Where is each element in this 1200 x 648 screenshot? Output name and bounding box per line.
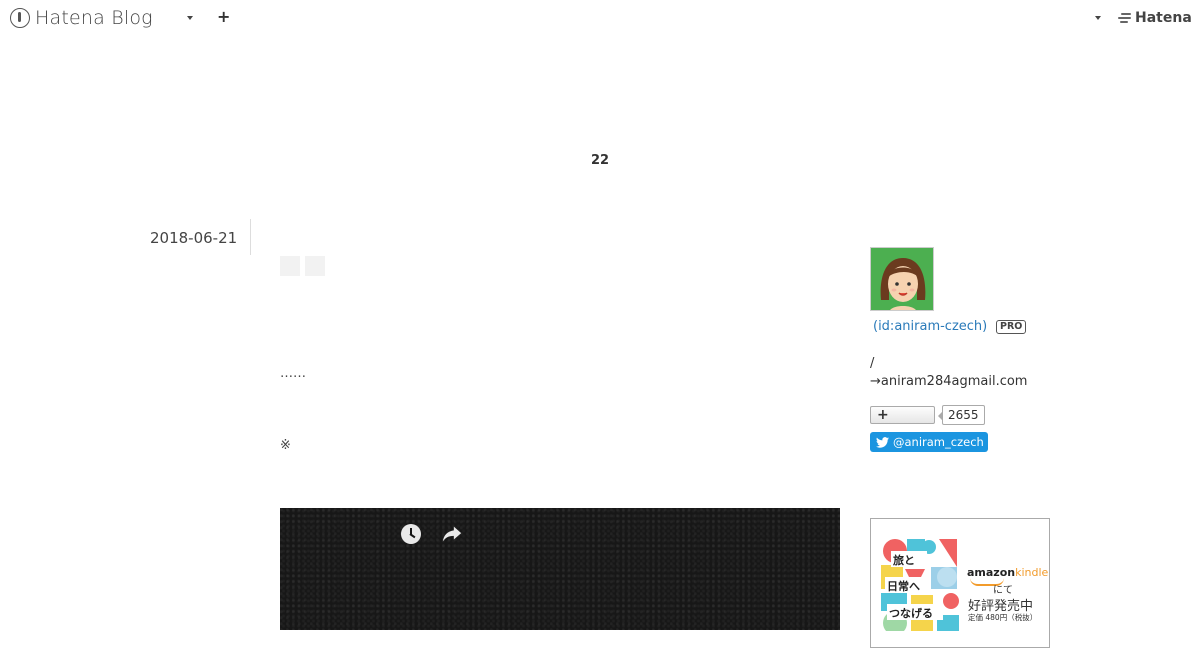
clock-icon[interactable] (401, 524, 421, 544)
follower-count[interactable]: 2655 (938, 405, 985, 425)
blog-title[interactable]: 22 (0, 153, 1200, 168)
cover-line: つなげる (889, 606, 933, 620)
hatena-blog-logo-icon (10, 8, 30, 28)
caret-down-icon[interactable] (1095, 16, 1101, 20)
cover-line: 旅と (893, 553, 915, 567)
plus-icon: + (877, 407, 889, 423)
share-icon[interactable] (441, 523, 463, 545)
avatar[interactable] (870, 247, 934, 311)
video-frame (280, 508, 840, 630)
hatena-blog-brand-link[interactable]: Hatena Blog (10, 6, 153, 30)
entry-date[interactable]: 2018-06-21 (150, 229, 237, 247)
hatena-text: Hatena (1135, 10, 1192, 26)
twitter-bird-icon (876, 436, 889, 448)
kindle-text: kindle (1015, 566, 1049, 579)
hatena-mark-icon (1118, 12, 1132, 24)
avatar-illustration (871, 248, 933, 310)
hatena-link[interactable]: Hatena (1118, 10, 1192, 26)
kindle-book-ad[interactable]: 旅と 日常へ つなげる amazonkindle にて 好評発売中 定価 480… (870, 518, 1050, 648)
global-header: Hatena Blog + Hatena (0, 0, 1200, 36)
title-glyph-placeholder (280, 256, 300, 276)
title-glyph-placeholder (305, 256, 325, 276)
embedded-video[interactable] (280, 508, 840, 630)
brand-text: Hatena Blog (35, 7, 153, 29)
profile-text: / (870, 356, 875, 371)
profile-email: →aniram284agmail.com (870, 374, 1028, 389)
add-entry-button[interactable]: + (217, 9, 230, 25)
book-cover-art: 旅と 日常へ つなげる (881, 539, 959, 631)
follow-button[interactable]: + (870, 406, 935, 424)
caret-down-icon[interactable] (187, 16, 193, 20)
twitter-follow-button[interactable]: @aniram_czech (870, 432, 988, 452)
pro-badge: PRO (996, 320, 1027, 334)
entry-note-mark: ※ (280, 438, 291, 453)
entry-title[interactable] (280, 256, 325, 276)
date-divider (250, 219, 251, 255)
user-id-link[interactable]: (id:aniram-czech) (873, 319, 987, 334)
ad-nite-text: にて (993, 585, 1013, 596)
twitter-handle: @aniram_czech (893, 435, 984, 449)
cover-line: 日常へ (887, 579, 920, 593)
entry-text-ellipsis: …… (280, 366, 306, 381)
ad-price-text: 定価 480円（税抜） (968, 613, 1038, 622)
